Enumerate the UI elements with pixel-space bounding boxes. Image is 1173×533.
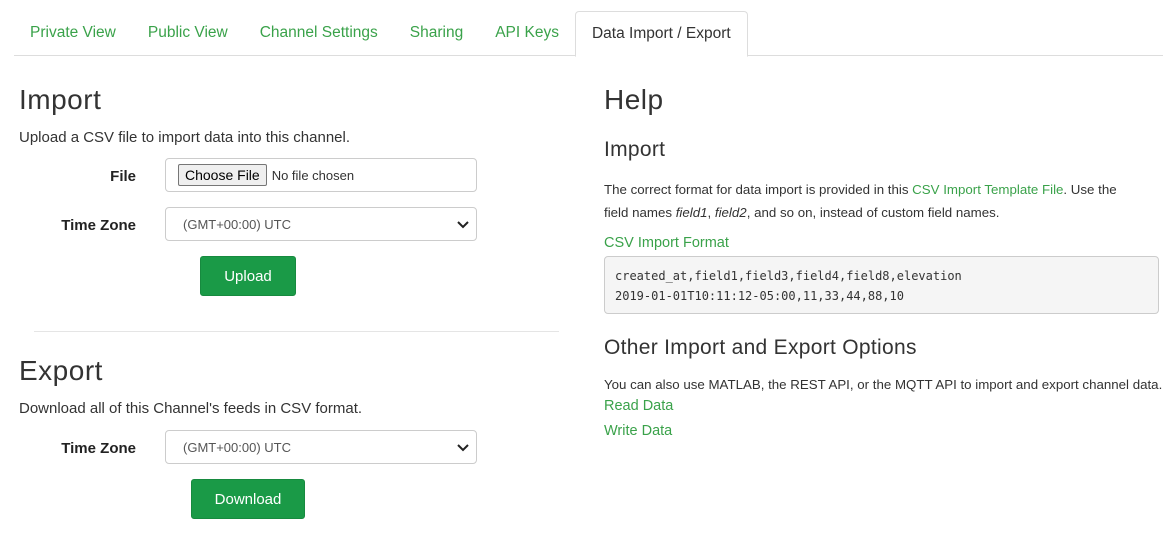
chevron-down-icon (457, 221, 469, 229)
no-file-text: No file chosen (271, 167, 355, 183)
help-import-text-1: The correct format for data import is pr… (604, 182, 913, 197)
help-import-text: The correct format for data import is pr… (604, 178, 1164, 224)
read-data-link[interactable]: Read Data (604, 398, 673, 414)
csv-template-link[interactable]: CSV Import Template File (912, 182, 1063, 197)
tab-private-view[interactable]: Private View (14, 11, 132, 55)
help-heading: Help (604, 84, 664, 115)
tab-bar: Private View Public View Channel Setting… (14, 11, 1163, 57)
import-heading: Import (19, 84, 102, 115)
help-import-text-4: , and so on, instead of custom field nam… (746, 205, 1000, 220)
csv-format-code-block: created_at,field1,field3,field4,field8,e… (604, 256, 1159, 314)
help-import-text-3: field names (604, 205, 676, 220)
write-data-link[interactable]: Write Data (604, 423, 672, 439)
export-timezone-label: Time Zone (61, 440, 136, 457)
download-button[interactable]: Download (191, 479, 305, 519)
section-divider (34, 331, 559, 332)
other-options-heading: Other Import and Export Options (604, 336, 917, 359)
import-description: Upload a CSV file to import data into th… (19, 129, 351, 146)
code-line: 2019-01-01T10:11:12-05:00,11,33,44,88,10 (615, 288, 904, 303)
chevron-down-icon (457, 444, 469, 452)
upload-button[interactable]: Upload (200, 256, 296, 296)
file-label: File (110, 168, 136, 185)
tab-sharing[interactable]: Sharing (394, 11, 479, 55)
tab-public-view[interactable]: Public View (132, 11, 244, 55)
field1-text: field1 (675, 205, 708, 220)
export-timezone-select[interactable]: (GMT+00:00) UTC (165, 430, 477, 464)
other-options-text: You can also use MATLAB, the REST API, o… (604, 377, 1163, 392)
csv-import-format-link[interactable]: CSV Import Format (604, 235, 729, 251)
export-heading: Export (19, 355, 103, 386)
import-timezone-label: Time Zone (61, 217, 136, 234)
field2-text: field2 (714, 205, 747, 220)
export-timezone-value: (GMT+00:00) UTC (183, 439, 291, 455)
import-timezone-value: (GMT+00:00) UTC (183, 216, 291, 232)
tab-api-keys[interactable]: API Keys (479, 11, 575, 55)
tab-data-import-export[interactable]: Data Import / Export (574, 11, 748, 57)
import-timezone-select[interactable]: (GMT+00:00) UTC (165, 207, 477, 241)
help-import-text-2: . Use the (1063, 182, 1117, 197)
choose-file-button[interactable]: Choose File (178, 164, 267, 186)
help-import-heading: Import (604, 138, 666, 161)
tab-channel-settings[interactable]: Channel Settings (244, 11, 394, 55)
code-line: created_at,field1,field3,field4,field8,e… (615, 269, 962, 283)
file-input[interactable]: Choose File No file chosen (165, 158, 477, 192)
export-description: Download all of this Channel's feeds in … (19, 400, 363, 417)
comma-text: , (707, 205, 715, 220)
